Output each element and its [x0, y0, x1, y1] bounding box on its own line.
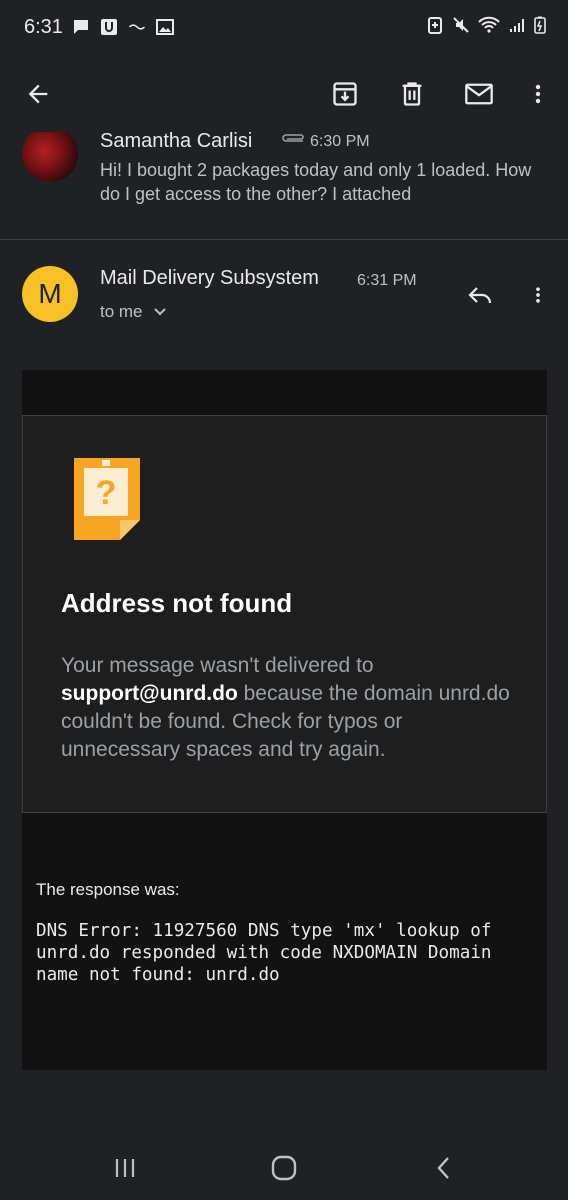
question-note-icon: ?	[74, 458, 140, 540]
signal-icon	[510, 19, 524, 32]
home-button[interactable]	[254, 1148, 314, 1188]
attachment-icon	[282, 134, 304, 142]
back-icon	[437, 1157, 449, 1179]
message-header: M Mail Delivery Subsystem 6:31 PM to me	[0, 241, 568, 351]
recipient-details-toggle[interactable]: to me	[100, 302, 167, 322]
message-time: 6:31 PM	[357, 272, 417, 289]
sender-avatar	[22, 132, 78, 182]
recent-apps-icon	[115, 1159, 135, 1177]
delete-button[interactable]	[388, 70, 436, 118]
email-screen: 6:31 Samantha Carlisi 6:30 PM Hi! I boug…	[0, 0, 568, 1200]
response-label: The response was:	[36, 880, 180, 899]
reply-icon	[468, 287, 492, 304]
bounce-text-before: Your message wasn't delivered to	[61, 654, 374, 677]
recipient-label: to me	[100, 302, 143, 321]
reply-button[interactable]	[458, 273, 502, 317]
status-bar: 6:31	[0, 0, 568, 56]
trash-icon	[402, 82, 422, 106]
home-icon	[271, 1155, 297, 1181]
notification-icons	[72, 18, 174, 36]
previous-message[interactable]: Samantha Carlisi 6:30 PM Hi! I bought 2 …	[0, 132, 568, 240]
system-back-button[interactable]	[414, 1148, 474, 1188]
svg-text:?: ?	[96, 474, 117, 512]
wifi-icon	[478, 16, 500, 33]
message-body: ? Address not found Your message wasn't …	[22, 370, 547, 1070]
more-vert-icon	[536, 287, 540, 303]
message-more-button[interactable]	[516, 273, 560, 317]
chevron-down-icon	[153, 308, 166, 316]
previous-message-snippet: Hi! I bought 2 packages today and only 1…	[100, 160, 532, 204]
sender-name: Mail Delivery Subsystem	[100, 267, 319, 289]
battery-saver-icon	[428, 17, 442, 34]
mail-unread-icon	[465, 83, 493, 105]
bounce-description: Your message wasn't delivered to support…	[61, 652, 511, 764]
navigation-bar	[0, 1134, 568, 1200]
mark-unread-button[interactable]	[455, 70, 503, 118]
bounced-address[interactable]: support@unrd.do	[61, 682, 238, 705]
status-time: 6:31	[24, 16, 63, 38]
back-button[interactable]	[14, 70, 62, 118]
tilde-icon	[128, 24, 146, 30]
bounce-notice-card: ? Address not found Your message wasn't …	[22, 415, 547, 813]
previous-message-time: 6:30 PM	[310, 133, 370, 150]
response-text: DNS Error: 11927560 DNS type 'mx' lookup…	[36, 921, 503, 985]
system-icons	[426, 16, 546, 34]
recent-apps-button[interactable]	[95, 1148, 155, 1188]
u-app-icon	[101, 19, 117, 35]
previous-sender-name: Samantha Carlisi	[100, 132, 253, 152]
image-icon	[156, 19, 174, 35]
bounce-title: Address not found	[61, 588, 293, 618]
archive-button[interactable]	[321, 70, 369, 118]
top-toolbar	[0, 56, 568, 132]
more-options-button[interactable]	[514, 70, 562, 118]
mute-icon	[453, 17, 469, 33]
back-arrow-icon	[28, 84, 48, 104]
archive-icon	[333, 82, 357, 106]
more-vert-icon	[535, 84, 541, 104]
battery-icon	[534, 16, 546, 34]
avatar: M	[22, 266, 78, 322]
chat-icon	[74, 20, 88, 34]
